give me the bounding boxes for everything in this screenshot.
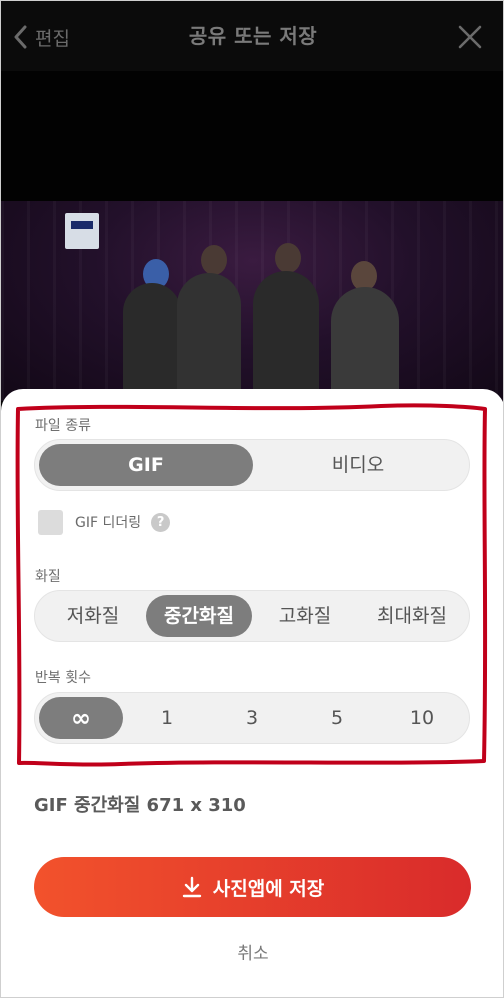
repeat-10[interactable]: 10 — [380, 697, 464, 739]
top-bar: 편집 공유 또는 저장 — [1, 1, 503, 71]
file-type-segmented: GIF 비디오 — [34, 439, 470, 491]
quality-label: 화질 — [35, 569, 61, 585]
concert-stage-image — [1, 201, 503, 401]
repeat-segmented: ∞ 1 3 5 10 — [34, 692, 470, 744]
quality-medium[interactable]: 중간화질 — [146, 595, 252, 637]
repeat-label: 반복 횟수 — [35, 670, 91, 686]
quality-low[interactable]: 저화질 — [39, 595, 147, 637]
page-title: 공유 또는 저장 — [188, 24, 318, 48]
repeat-1[interactable]: 1 — [125, 697, 209, 739]
gif-dither-checkbox[interactable] — [38, 509, 63, 535]
download-icon — [182, 876, 201, 898]
close-icon[interactable] — [457, 24, 483, 50]
repeat-infinite[interactable]: ∞ — [39, 697, 123, 739]
file-type-label: 파일 종류 — [35, 418, 91, 434]
gif-dither-row: GIF 디더링 ? — [38, 509, 171, 535]
help-icon[interactable]: ? — [151, 512, 171, 532]
app-screen: 편집 공유 또는 저장 파일 종류 GIF 비디오 GIF 디더링 ? 화질 저… — [0, 0, 504, 998]
repeat-3[interactable]: 3 — [210, 697, 294, 739]
file-type-video[interactable]: 비디오 — [251, 444, 465, 486]
output-summary: GIF 중간화질 671 x 310 — [34, 795, 246, 816]
quality-max[interactable]: 최대화질 — [358, 595, 466, 637]
save-button-label: 사진앱에 저장 — [212, 877, 325, 900]
video-preview — [1, 71, 503, 401]
gif-dither-label: GIF 디더링 — [75, 515, 142, 531]
save-to-photos-button[interactable]: 사진앱에 저장 — [34, 857, 471, 917]
file-type-gif[interactable]: GIF — [39, 444, 253, 486]
cancel-button[interactable]: 취소 — [1, 939, 503, 964]
repeat-5[interactable]: 5 — [295, 697, 379, 739]
event-banner-image — [65, 213, 99, 249]
quality-segmented: 저화질 중간화질 고화질 최대화질 — [34, 590, 470, 642]
quality-high[interactable]: 고화질 — [252, 595, 358, 637]
